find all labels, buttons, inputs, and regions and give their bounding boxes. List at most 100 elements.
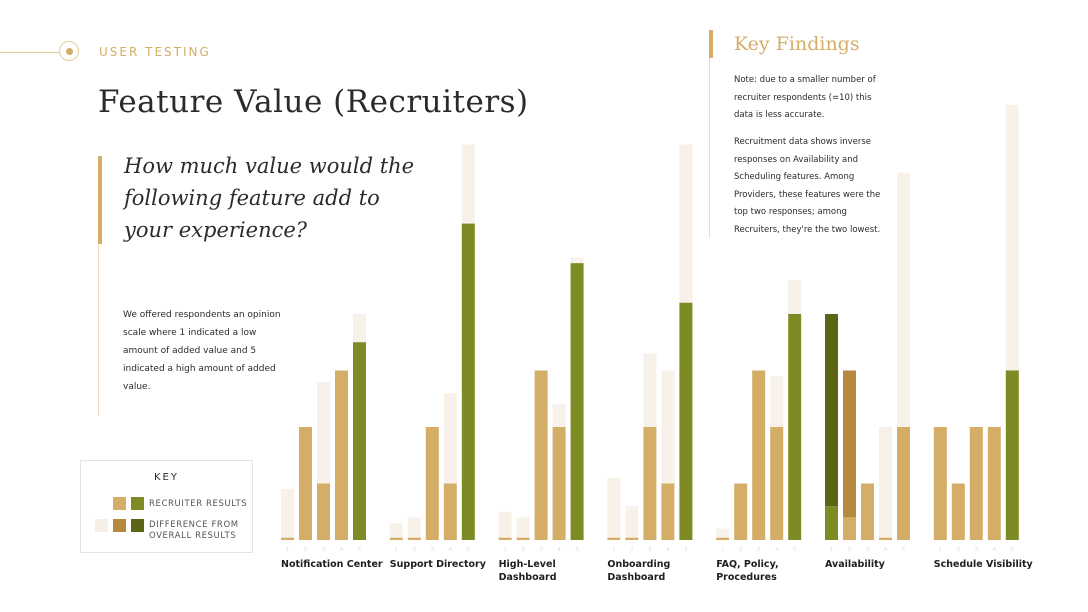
scale-tick-label: 3 xyxy=(757,547,760,553)
category-label: Schedule Visibility xyxy=(934,558,1033,571)
scale-tick-label: 5 xyxy=(358,547,361,553)
scale-tick-label: 2 xyxy=(522,547,525,553)
scale-tick-label: 3 xyxy=(975,547,978,553)
bar-difference xyxy=(281,489,294,540)
category-label-line: FAQ, Policy, xyxy=(716,559,779,570)
scale-tick-label: 3 xyxy=(866,547,869,553)
key-findings-title: Key Findings xyxy=(734,33,860,55)
bar-recruiter xyxy=(389,537,403,540)
bar-recruiter xyxy=(661,483,675,540)
scale-tick-label: 4 xyxy=(993,547,996,553)
category-label-line: Onboarding xyxy=(607,559,671,570)
bar-recruiter xyxy=(353,342,366,540)
scale-tick-label: 2 xyxy=(739,547,742,553)
scale-tick-label: 3 xyxy=(648,547,651,553)
bar-recruiter xyxy=(716,537,730,540)
bar-difference xyxy=(679,144,693,303)
bar-difference xyxy=(661,370,675,484)
scale-tick-label: 4 xyxy=(340,547,343,553)
scale-tick-label: 2 xyxy=(304,547,307,553)
key-findings-body: Recruitment data shows inverse responses… xyxy=(734,137,881,235)
bar-recruiter xyxy=(407,537,421,540)
scale-tick-label: 2 xyxy=(630,547,633,553)
scale-tick-label: 1 xyxy=(286,547,289,553)
bar-recruiter xyxy=(516,537,530,540)
category-label: Support Directory xyxy=(390,558,486,571)
scale-tick-label: 3 xyxy=(540,547,543,553)
bar-recruiter xyxy=(825,506,838,540)
category-label-line: Support Directory xyxy=(389,559,486,570)
category-label-line: Availability xyxy=(825,559,885,570)
scale-tick-label: 2 xyxy=(957,547,960,553)
bar-recruiter xyxy=(570,263,584,540)
category-label: Availability xyxy=(825,558,885,571)
bar-recruiter xyxy=(752,370,766,540)
bar-difference xyxy=(552,404,566,427)
bar-recruiter xyxy=(461,223,475,540)
bar-recruiter xyxy=(625,537,639,540)
scale-tick-label: 1 xyxy=(721,547,724,553)
category-label: Onboarding Dashboard xyxy=(607,558,670,584)
bar-recruiter xyxy=(861,483,874,540)
bar-difference xyxy=(407,517,421,540)
bar-difference xyxy=(389,523,403,540)
bar-recruiter xyxy=(281,537,294,540)
scale-tick-label: 1 xyxy=(395,547,398,553)
scale-tick-label: 2 xyxy=(848,547,851,553)
category-label: High-Level Dashboard xyxy=(499,558,557,584)
category-label-line: Dashboard xyxy=(498,572,557,583)
scale-tick-label: 5 xyxy=(793,547,796,553)
bar-recruiter xyxy=(843,517,856,540)
bar-difference xyxy=(443,393,457,484)
feature-value-chart: 1 2 3 4 5 1 2 3 4 5 1 2 3 4 5 1 2 3 4 5 1 2 3 4 5 1 2 3 4 5 1 2 3 4 5 xyxy=(281,104,1019,553)
bar-difference xyxy=(643,353,657,427)
bar-recruiter xyxy=(607,537,621,540)
bar-recruiter xyxy=(534,370,548,540)
bar-difference xyxy=(825,314,838,507)
bar-recruiter xyxy=(317,483,330,540)
scale-tick-label: 4 xyxy=(558,547,561,553)
scale-tick-label: 4 xyxy=(884,547,887,553)
bar-difference xyxy=(607,477,621,540)
scale-tick-label: 1 xyxy=(504,547,507,553)
bar-recruiter xyxy=(425,427,439,540)
bar-recruiter xyxy=(498,537,512,540)
category-label: FAQ, Policy, Procedures xyxy=(716,558,778,584)
scale-tick-label: 5 xyxy=(576,547,579,553)
scale-tick-label: 5 xyxy=(902,547,905,553)
category-label-line: Dashboard xyxy=(607,572,666,583)
bar-recruiter xyxy=(299,427,312,540)
scale-tick-label: 3 xyxy=(431,547,434,553)
key-findings-note: Note: due to a smaller number of recruit… xyxy=(734,75,876,120)
bar-recruiter xyxy=(897,427,910,540)
bar-difference xyxy=(770,376,784,427)
bar-difference xyxy=(879,427,892,540)
bar-recruiter xyxy=(643,427,657,540)
bar-difference xyxy=(353,314,366,343)
scale-tick-label: 4 xyxy=(775,547,778,553)
key-findings-rule xyxy=(709,58,710,238)
scale-tick-label: 5 xyxy=(684,547,687,553)
bar-difference xyxy=(461,144,475,224)
bar-difference xyxy=(843,370,856,518)
bar-recruiter xyxy=(987,427,1001,540)
bar-recruiter xyxy=(552,427,566,540)
scale-tick-label: 5 xyxy=(1011,547,1014,553)
bar-difference xyxy=(570,257,584,264)
scale-tick-label: 1 xyxy=(939,547,942,553)
scale-tick-label: 1 xyxy=(830,547,833,553)
scale-tick-label: 4 xyxy=(449,547,452,553)
scale-tick-label: 5 xyxy=(467,547,470,553)
category-label: Notification Center xyxy=(281,558,383,571)
bar-difference xyxy=(498,511,512,540)
bar-recruiter xyxy=(770,427,784,540)
bar-difference xyxy=(788,280,802,314)
bar-recruiter xyxy=(788,314,802,540)
bar-recruiter xyxy=(933,427,947,540)
bar-difference xyxy=(516,517,530,540)
bar-difference xyxy=(1005,104,1019,371)
bar-recruiter xyxy=(951,483,965,540)
bar-recruiter xyxy=(679,302,693,540)
category-label-line: Notification Center xyxy=(281,559,383,570)
bar-difference xyxy=(625,506,639,540)
